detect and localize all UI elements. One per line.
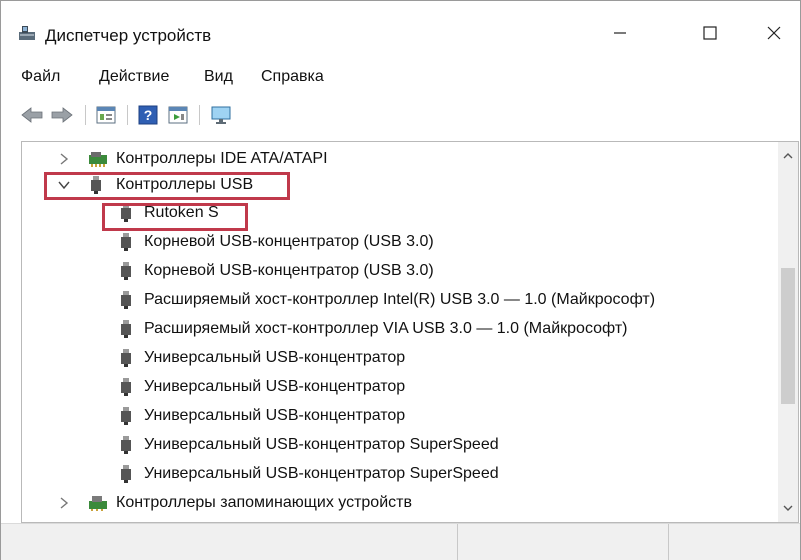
tree-item-label: Корневой USB-концентратор (USB 3.0) [144, 262, 434, 279]
tree-item-rutoken-s[interactable]: Rutoken S [22, 200, 778, 226]
usb-plug-icon [121, 378, 131, 396]
tree-item-superspeed-hub-1[interactable]: Универсальный USB-концентратор SuperSpee… [22, 432, 778, 458]
tree-item-generic-hub-1[interactable]: Универсальный USB-концентратор [22, 345, 778, 371]
vertical-scrollbar[interactable] [778, 142, 798, 522]
usb-plug-icon [121, 320, 131, 338]
device-manager-icon [19, 26, 35, 40]
usb-plug-icon [121, 233, 131, 251]
maximize-icon [703, 26, 717, 40]
window-title: Диспетчер устройств [45, 26, 212, 45]
tree-item-label: Контроллеры запоминающих устройств [116, 494, 412, 511]
toolbar-separator [199, 105, 200, 125]
help-icon: ? [138, 105, 158, 125]
status-bar [1, 523, 800, 560]
scroll-down-button[interactable] [778, 498, 798, 518]
ide-controller-icon [89, 152, 107, 167]
properties-button[interactable] [93, 103, 119, 127]
tree-item-intel-host-controller[interactable]: Расширяемый хост-контроллер Intel(R) USB… [22, 287, 778, 313]
tree-item-root-hub-2[interactable]: Корневой USB-концентратор (USB 3.0) [22, 258, 778, 284]
menu-action[interactable]: Действие [99, 68, 169, 86]
menu-help[interactable]: Справка [261, 68, 324, 86]
tree-item-via-host-controller[interactable]: Расширяемый хост-контроллер VIA USB 3.0 … [22, 316, 778, 342]
properties-icon [96, 106, 116, 124]
chevron-right-icon[interactable] [58, 152, 70, 166]
scroll-up-button[interactable] [778, 146, 798, 166]
tree-item-root-hub-1[interactable]: Корневой USB-концентратор (USB 3.0) [22, 229, 778, 255]
tree-item-label: Универсальный USB-концентратор [144, 407, 406, 424]
scan-hardware-button[interactable] [207, 103, 235, 127]
storage-controller-icon [89, 496, 107, 511]
toolbar-separator [85, 105, 86, 125]
usb-plug-icon [121, 204, 131, 222]
chevron-right-icon[interactable] [58, 496, 70, 510]
back-arrow-icon [21, 107, 43, 123]
usb-plug-icon [121, 407, 131, 425]
forward-button[interactable] [49, 103, 75, 127]
close-icon [767, 26, 781, 40]
status-cell [458, 524, 669, 560]
svg-text:?: ? [144, 107, 153, 123]
usb-plug-icon [91, 176, 101, 194]
tree-item-label: Универсальный USB-концентратор SuperSpee… [144, 465, 499, 482]
toolbar: ? [1, 95, 800, 135]
menu-bar: Файл Действие Вид Справка [1, 63, 800, 93]
tree-item-label: Расширяемый хост-контроллер VIA USB 3.0 … [144, 320, 628, 337]
minimize-icon [614, 32, 626, 34]
device-tree[interactable]: Контроллеры IDE ATA/ATAPI Контроллеры US… [21, 141, 799, 523]
monitor-icon [211, 106, 231, 124]
help-button[interactable]: ? [135, 103, 161, 127]
usb-plug-icon [121, 465, 131, 483]
chevron-down-icon [783, 505, 793, 511]
chevron-up-icon [783, 153, 793, 159]
tree-item-label: Контроллеры IDE ATA/ATAPI [116, 150, 328, 167]
tree-item-label: Универсальный USB-концентратор [144, 378, 406, 395]
status-cell [1, 524, 458, 560]
back-button[interactable] [19, 103, 45, 127]
tree-item-superspeed-hub-2[interactable]: Универсальный USB-концентратор SuperSpee… [22, 461, 778, 487]
usb-plug-icon [121, 262, 131, 280]
tree-item-label: Универсальный USB-концентратор [144, 349, 406, 366]
menu-view[interactable]: Вид [204, 68, 233, 86]
tree-item-label: Rutoken S [144, 204, 219, 221]
forward-arrow-icon [51, 107, 73, 123]
device-manager-window: Диспетчер устройств Файл Действие Вид Сп… [0, 0, 801, 560]
chevron-down-icon[interactable] [58, 178, 70, 192]
menu-file[interactable]: Файл [21, 68, 60, 86]
update-driver-icon [168, 106, 188, 124]
minimize-button[interactable] [597, 11, 643, 55]
usb-plug-icon [121, 291, 131, 309]
title-bar[interactable]: Диспетчер устройств [1, 1, 800, 63]
tree-item-generic-hub-2[interactable]: Универсальный USB-концентратор [22, 374, 778, 400]
tree-item-ide-controllers[interactable]: Контроллеры IDE ATA/ATAPI [22, 146, 778, 172]
toolbar-separator [127, 105, 128, 125]
tree-item-label: Расширяемый хост-контроллер Intel(R) USB… [144, 291, 656, 308]
tree-item-label: Универсальный USB-концентратор SuperSpee… [144, 436, 499, 453]
maximize-button[interactable] [687, 11, 733, 55]
close-button[interactable] [751, 11, 797, 55]
tree-item-generic-hub-3[interactable]: Универсальный USB-концентратор [22, 403, 778, 429]
usb-plug-icon [121, 349, 131, 367]
tree-item-storage-controllers[interactable]: Контроллеры запоминающих устройств [22, 490, 778, 516]
scroll-thumb[interactable] [781, 268, 795, 404]
tree-item-label: Корневой USB-концентратор (USB 3.0) [144, 233, 434, 250]
update-driver-button[interactable] [165, 103, 191, 127]
usb-plug-icon [121, 436, 131, 454]
tree-item-label: Контроллеры USB [116, 176, 254, 193]
tree-item-usb-controllers[interactable]: Контроллеры USB [22, 172, 778, 198]
